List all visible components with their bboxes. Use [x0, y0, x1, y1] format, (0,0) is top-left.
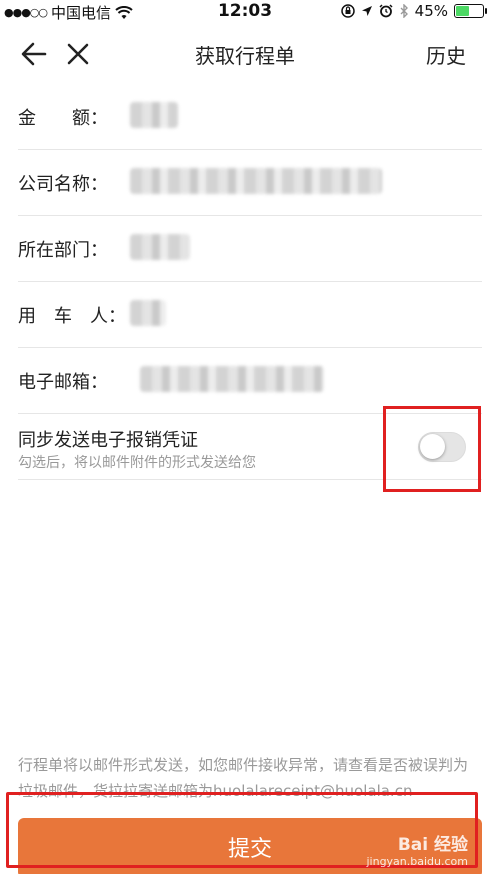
location-icon: [361, 6, 372, 16]
field-label-department: 所在部门：: [18, 240, 108, 261]
redacted-value: [130, 168, 382, 194]
battery-fill: [456, 6, 469, 16]
field-label-amount: 金 额：: [18, 108, 108, 129]
redacted-value: [130, 234, 190, 260]
field-department[interactable]: 所在部门：: [18, 216, 482, 282]
nav-bar: 获取行程单 历史: [0, 24, 490, 84]
redacted-value: [130, 300, 166, 326]
history-link[interactable]: 历史: [426, 40, 466, 69]
page-title: 获取行程单: [195, 44, 295, 68]
sync-receipt-title: 同步发送电子报销凭证: [18, 430, 198, 451]
field-amount[interactable]: 金 额：: [18, 84, 482, 150]
redacted-value: [130, 102, 178, 128]
alarm-icon: [379, 4, 393, 18]
redacted-value: [140, 366, 324, 392]
field-label-rider: 用 车 人：: [18, 306, 126, 327]
status-bar: ●●●○○ 中国电信 12:03 45%: [0, 0, 490, 24]
bluetooth-icon: [400, 4, 408, 18]
field-label-company: 公司名称：: [18, 174, 108, 195]
field-rider[interactable]: 用 车 人：: [18, 282, 482, 348]
field-label-email: 电子邮箱：: [18, 372, 108, 393]
battery-icon: [454, 4, 487, 18]
annotation-box-toggle: [383, 406, 481, 492]
screen: ●●●○○ 中国电信 12:03 45% 获取行程单 历史 金 额： 公司名称：…: [0, 0, 490, 874]
field-company[interactable]: 公司名称：: [18, 150, 482, 216]
sync-receipt-subtitle: 勾选后，将以邮件附件的形式发送给您: [18, 455, 256, 471]
watermark-logo-text: Bai 经验: [397, 835, 468, 855]
baidu-jingyan-watermark: Bai 经验 jingyan.baidu.com: [366, 830, 468, 868]
field-email[interactable]: 电子邮箱：: [18, 348, 482, 414]
watermark-url: jingyan.baidu.com: [366, 855, 468, 868]
status-right: 45%: [340, 2, 487, 20]
battery-percent: 45%: [414, 2, 448, 20]
orientation-lock-icon: [340, 4, 355, 18]
